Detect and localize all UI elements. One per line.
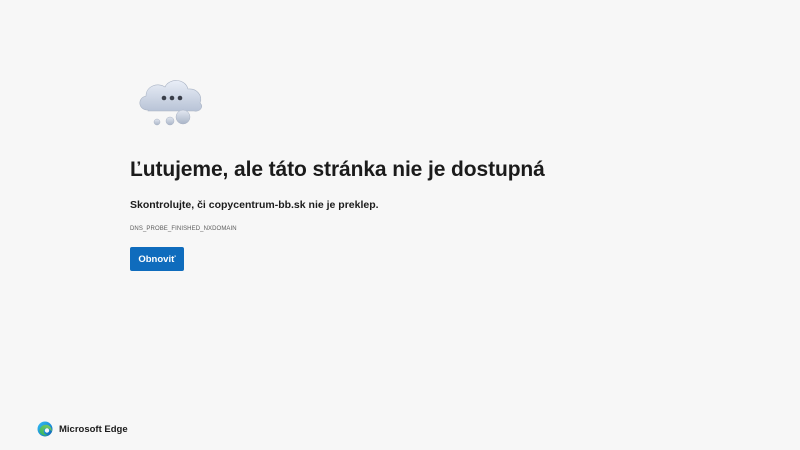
page-title: Ľutujeme, ale táto stránka nie je dostup… — [130, 158, 545, 181]
microsoft-edge-logo-icon — [37, 421, 53, 437]
reload-button[interactable]: Obnoviť — [130, 247, 184, 271]
error-code: DNS_PROBE_FINISHED_NXDOMAIN — [130, 226, 237, 232]
error-page: Ľutujeme, ale táto stránka nie je dostup… — [0, 0, 800, 450]
cloud-thinking-icon — [139, 80, 202, 126]
error-suggestion: Skontrolujte, či copycentrum-bb.sk nie j… — [130, 199, 379, 211]
brand-name: Microsoft Edge — [59, 423, 128, 435]
footer-brand: Microsoft Edge — [37, 421, 128, 437]
